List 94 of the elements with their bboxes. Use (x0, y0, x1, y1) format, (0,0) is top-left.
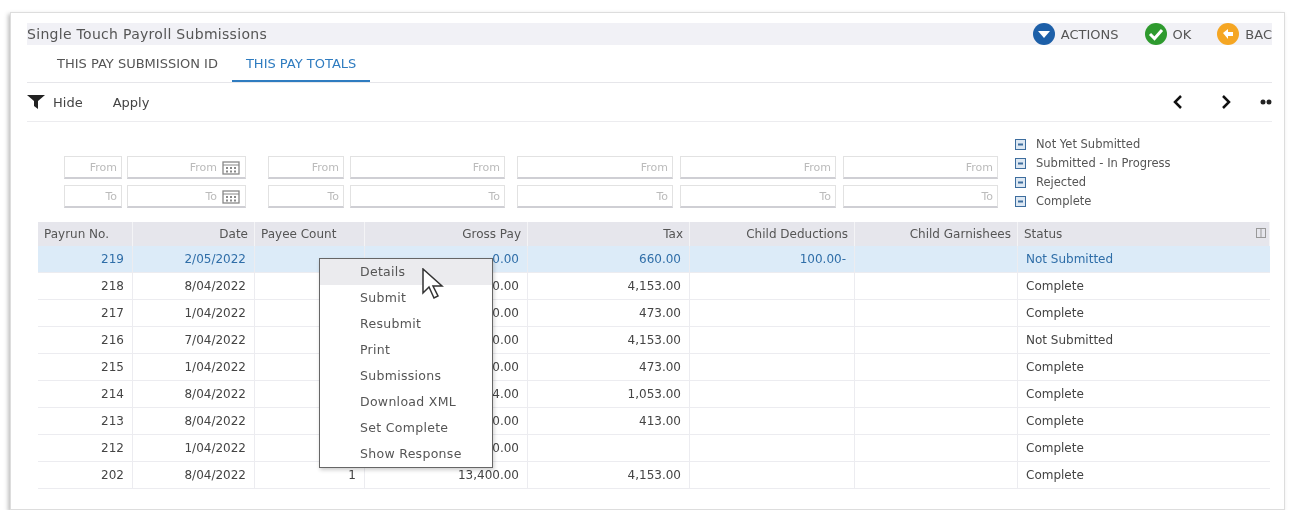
table-cell: 473.00 (639, 360, 681, 374)
filter-field[interactable]: To (268, 185, 344, 208)
previous-icon[interactable] (1172, 95, 1184, 109)
filter-field[interactable]: From (268, 156, 344, 179)
date-field[interactable]: To (127, 185, 246, 208)
filter-field[interactable]: From (517, 156, 673, 179)
table-cell: Complete (1026, 387, 1084, 401)
menu-item[interactable]: Submit (320, 285, 492, 311)
table-cell: 1/04/2022 (184, 360, 246, 374)
tab[interactable]: THIS PAY SUBMISSION ID (43, 49, 232, 82)
table-cell: 413.00 (639, 414, 681, 428)
table-cell: 213 (101, 414, 124, 428)
table-cell: 7/04/2022 (184, 333, 246, 347)
next-icon[interactable] (1220, 95, 1232, 109)
filter-field[interactable]: From (680, 156, 836, 179)
filter-field[interactable]: From (843, 156, 998, 179)
table-cell: 202 (101, 468, 124, 482)
back-icon (1217, 23, 1240, 45)
menu-item[interactable]: Set Complete (320, 415, 492, 441)
date-field[interactable]: From (127, 156, 246, 179)
table-cell: 2/05/2022 (184, 252, 246, 266)
legend-label: Submitted - In Progress (1036, 156, 1171, 170)
table-cell: Not Submitted (1026, 333, 1114, 347)
legend-label: Complete (1036, 194, 1092, 208)
menu-item[interactable]: Resubmit (320, 311, 492, 337)
table-cell: 0.00 (492, 441, 519, 455)
table-cell: 0.00 (492, 414, 519, 428)
status-icon (1015, 157, 1026, 169)
table-cell: 214 (101, 387, 124, 401)
table-cell: Complete (1026, 306, 1084, 320)
header-button[interactable]: OK (1144, 23, 1192, 45)
table-cell: 473.00 (639, 306, 681, 320)
table-cell: 0.00 (492, 360, 519, 374)
table-cell: 4,153.00 (627, 333, 681, 347)
table-cell: Complete (1026, 360, 1084, 374)
filter-field[interactable]: To (517, 185, 673, 208)
filter-field[interactable]: To (64, 185, 122, 208)
header-button[interactable]: BAC (1217, 23, 1272, 45)
table-cell: Not Submitted (1026, 252, 1114, 266)
filter-field[interactable]: From (350, 156, 505, 179)
table-cell: 4,153.00 (627, 468, 681, 482)
table-cell: Complete (1026, 279, 1084, 293)
table-cell: 1/04/2022 (184, 306, 246, 320)
table-cell: 660.00 (639, 252, 681, 266)
table-cell: 1/04/2022 (184, 441, 246, 455)
table-cell: Complete (1026, 414, 1084, 428)
table-cell: 8/04/2022 (184, 387, 246, 401)
tab[interactable]: THIS PAY TOTALS (231, 49, 371, 82)
calendar-icon (222, 189, 240, 204)
chevron-down-icon (1032, 23, 1055, 45)
table-cell: 100.00- (799, 252, 846, 266)
table-cell: 8/04/2022 (184, 279, 246, 293)
table-cell: 212 (101, 441, 124, 455)
table-cell: 0.00 (492, 279, 519, 293)
status-icon (1015, 195, 1026, 207)
table-cell: Complete (1026, 468, 1084, 482)
filter-field[interactable]: From (64, 156, 122, 179)
status-icon (1015, 138, 1026, 150)
menu-item[interactable]: Print (320, 337, 492, 363)
status-icon (1015, 176, 1026, 188)
table-cell: 219 (101, 252, 124, 266)
table-cell: 216 (101, 333, 124, 347)
header-button[interactable]: ACTIONS (1032, 23, 1119, 45)
menu-item[interactable]: Submissions (320, 363, 492, 389)
hide-button[interactable]: Hide (27, 94, 83, 110)
table-cell: Complete (1026, 441, 1084, 455)
table-cell: 4,153.00 (627, 279, 681, 293)
table-cell: 1 (348, 468, 356, 482)
table-cell: 1,053.00 (627, 387, 681, 401)
legend-label: Not Yet Submitted (1036, 137, 1141, 151)
apply-button[interactable]: Apply (112, 94, 150, 110)
legend-label: Rejected (1036, 175, 1087, 189)
window-title: Single Touch Payroll Submissions (27, 26, 269, 42)
more-icon[interactable] (1260, 99, 1272, 105)
menu-item[interactable]: Show Response (320, 441, 492, 467)
table-cell: 8/04/2022 (184, 414, 246, 428)
table-cell: 218 (101, 279, 124, 293)
filter-field[interactable]: To (843, 185, 998, 208)
filter-icon (27, 95, 45, 109)
calendar-icon (222, 160, 240, 175)
filter-field[interactable]: To (680, 185, 836, 208)
table-cell: 8/04/2022 (184, 468, 246, 482)
menu-item[interactable]: Download XML (320, 389, 492, 415)
table-cell: 13,400.00 (457, 468, 519, 482)
check-icon (1144, 23, 1167, 45)
table-cell: 0.00 (492, 306, 519, 320)
table-cell: 217 (101, 306, 124, 320)
table-cell: 0.00 (492, 333, 519, 347)
table-cell: 4.00 (492, 387, 519, 401)
cursor-icon (421, 268, 447, 300)
filter-field[interactable]: To (350, 185, 505, 208)
table-cell: 215 (101, 360, 124, 374)
table-cell: 0.00 (492, 252, 519, 266)
menu-item[interactable]: Details (320, 259, 492, 285)
